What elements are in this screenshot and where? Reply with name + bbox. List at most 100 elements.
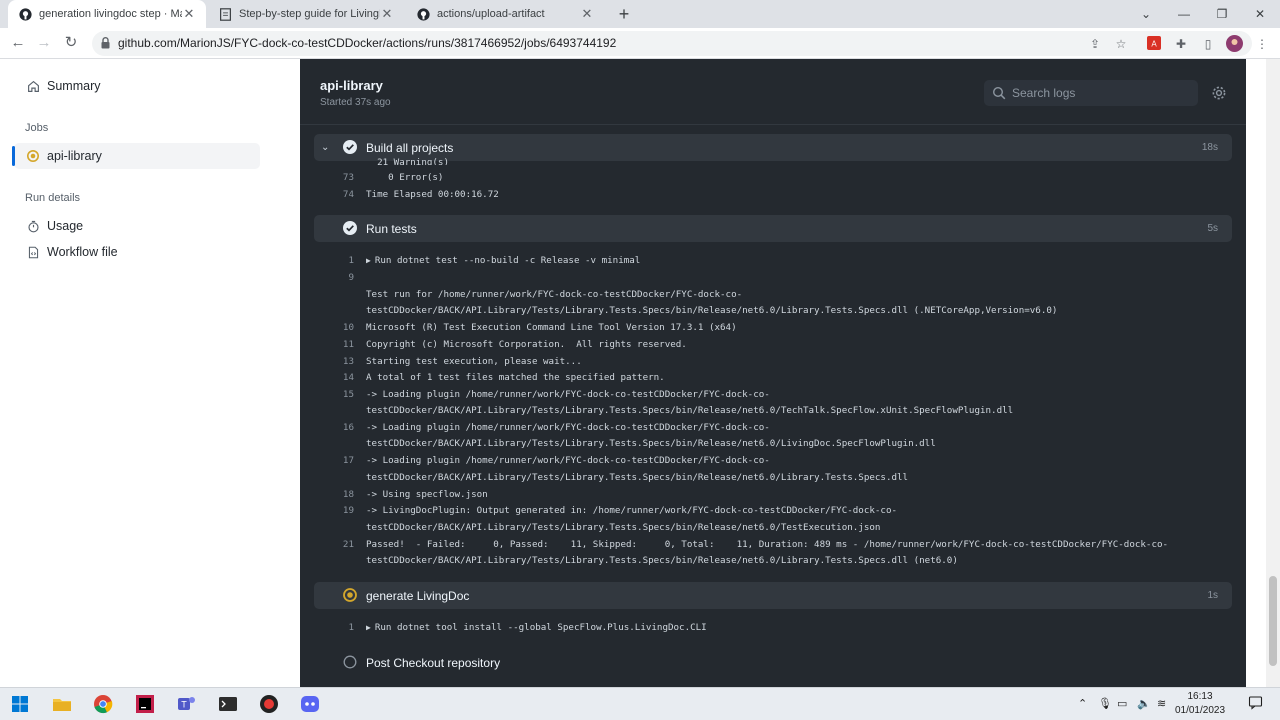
log-line: 9Test run for /home/runner/work/FYC-dock… <box>366 289 743 300</box>
system-clock[interactable]: 16:13 01/01/2023 <box>1174 690 1226 718</box>
reload-button[interactable]: ↻ <box>61 33 81 53</box>
sidebar-item-api-library[interactable]: api-library <box>12 143 260 169</box>
svg-text:T: T <box>181 700 187 710</box>
log-line: 15 -> Loading plugin /home/runner/work/FY… <box>342 389 770 400</box>
side-panel-icon[interactable]: ▯ <box>1200 36 1216 52</box>
sidebar-item-usage[interactable]: Usage <box>14 213 260 239</box>
close-tab-icon[interactable]: ✕ <box>182 6 196 22</box>
red-app-icon[interactable] <box>258 693 280 715</box>
file-explorer-icon[interactable] <box>51 693 73 715</box>
search-logs-input[interactable] <box>1012 84 1192 102</box>
browser-toolbar: ← → ↻ github.com/MarionJS/FYC-dock-co-te… <box>0 28 1280 59</box>
step-duration: 5s <box>1207 223 1218 234</box>
windows-start-icon[interactable] <box>9 693 31 715</box>
sidebar-item-label: api-library <box>47 149 102 163</box>
in-progress-icon <box>343 588 357 602</box>
log-line: 74 Time Elapsed 00:00:16.72 <box>342 189 499 200</box>
svg-text:A: A <box>1151 40 1157 49</box>
github-icon <box>18 7 32 21</box>
log-line-continuation: testCDDocker/BACK/API.Library/Tests/Libr… <box>366 438 936 449</box>
check-circle-icon <box>343 140 357 154</box>
sidebar-item-label: Summary <box>47 79 101 93</box>
step-run-tests[interactable]: Run tests 5s <box>314 215 1232 242</box>
log-line: 10 Microsoft (R) Test Execution Command L… <box>342 322 737 333</box>
close-tab-icon[interactable]: ✕ <box>580 6 594 22</box>
minimize-button[interactable]: — <box>1165 0 1203 28</box>
lock-icon[interactable] <box>101 37 110 49</box>
new-tab-button[interactable]: + <box>614 4 634 24</box>
forward-button[interactable]: → <box>34 33 54 53</box>
tab-search-icon[interactable]: ⌄ <box>1127 0 1165 28</box>
pending-circle-icon <box>343 655 357 669</box>
step-post-checkout[interactable]: Post Checkout repository <box>314 649 1232 676</box>
step-duration: 1s <box>1207 590 1218 601</box>
step-name: Build all projects <box>366 140 454 155</box>
step-duration: 18s <box>1201 142 1218 153</box>
job-log-header: api-library Started 37s ago <box>300 59 1246 125</box>
close-window-button[interactable]: ✕ <box>1241 0 1279 28</box>
address-bar[interactable]: github.com/MarionJS/FYC-dock-co-testCDDo… <box>92 31 1252 56</box>
teams-icon[interactable]: T <box>175 693 197 715</box>
tab-title: Step-by-step guide for LivingDoc <box>239 8 380 20</box>
log-line-continuation: testCDDocker/BACK/API.Library/Tests/Libr… <box>366 405 1014 416</box>
tab-upload-artifact[interactable]: actions/upload-artifact ✕ <box>406 0 604 28</box>
log-line: 73 0 Error(s) <box>342 172 444 183</box>
log-line: 21 Warning(s) <box>366 157 449 165</box>
search-icon <box>992 86 1006 100</box>
in-progress-icon <box>26 149 40 163</box>
speaker-icon[interactable]: 🔈 <box>1137 697 1151 710</box>
tab-title: generation livingdoc step · MarionJS <box>39 8 182 20</box>
microphone-icon[interactable]: 🎙 <box>1098 697 1112 710</box>
page-scrollbar-thumb[interactable] <box>1269 576 1277 666</box>
log-line: 16 -> Loading plugin /home/runner/work/FY… <box>342 422 770 433</box>
log-line: 19 -> LivingDocPlugin: Output generated i… <box>342 505 898 516</box>
gear-icon[interactable] <box>1211 85 1227 101</box>
close-tab-icon[interactable]: ✕ <box>380 6 394 22</box>
notifications-icon[interactable] <box>1248 695 1263 713</box>
jetbrains-rider-icon[interactable] <box>134 693 156 715</box>
log-line: 13 Starting test execution, please wait..… <box>342 356 582 367</box>
run-sidebar: Summary Jobs api-library Run details Usa… <box>0 59 300 687</box>
battery-icon[interactable]: ▭ <box>1117 697 1127 710</box>
run-details-heading: Run details <box>25 192 81 204</box>
log-line-continuation: testCDDocker/BACK/API.Library/Tests/Libr… <box>366 522 881 533</box>
step-name: Run tests <box>366 221 417 236</box>
sidebar-item-summary[interactable]: Summary <box>14 73 260 99</box>
wifi-icon[interactable]: ≋ <box>1157 697 1166 710</box>
step-generate-livingdoc[interactable]: generate LivingDoc 1s <box>314 582 1232 609</box>
step-name: generate LivingDoc <box>366 588 470 603</box>
log-line-collapsible[interactable]: 1 ▶ Run dotnet test --no-build -c Release … <box>328 253 1228 269</box>
pdf-extension-icon[interactable]: A <box>1146 36 1162 52</box>
terminal-icon[interactable] <box>217 693 239 715</box>
share-icon[interactable]: ⇪ <box>1087 36 1103 52</box>
chrome-icon[interactable] <box>92 693 114 715</box>
stopwatch-icon <box>26 219 40 233</box>
job-log-pane: api-library Started 37s ago ⌄ Build all … <box>300 59 1246 687</box>
check-circle-icon <box>343 221 357 235</box>
log-line-continuation: testCDDocker/BACK/API.Library/Tests/Libr… <box>366 305 1058 316</box>
home-icon <box>26 79 40 93</box>
profile-avatar[interactable] <box>1226 35 1243 52</box>
search-logs-box[interactable] <box>984 80 1198 106</box>
back-button[interactable]: ← <box>8 33 28 53</box>
bookmark-star-icon[interactable]: ☆ <box>1113 36 1129 52</box>
restore-button[interactable]: ❐ <box>1203 0 1241 28</box>
tab-generation-livingdoc[interactable]: generation livingdoc step · MarionJS ✕ <box>8 0 206 28</box>
github-icon <box>416 7 430 21</box>
triangle-right-icon: ▶ <box>366 256 371 265</box>
log-line-continuation: testCDDocker/BACK/API.Library/Tests/Libr… <box>366 472 909 483</box>
tab-step-by-step-guide[interactable]: Step-by-step guide for LivingDoc ✕ <box>208 0 404 28</box>
log-line-continuation: testCDDocker/BACK/API.Library/Tests/Libr… <box>366 555 958 566</box>
extensions-puzzle-icon[interactable]: ✚ <box>1173 36 1189 52</box>
sidebar-item-workflow-file[interactable]: Workflow file <box>14 239 260 265</box>
log-line: 18 -> Using specflow.json <box>342 489 488 500</box>
job-title: api-library <box>320 78 383 93</box>
log-line: 11 Copyright (c) Microsoft Corporation. A… <box>342 339 687 350</box>
url-text: github.com/MarionJS/FYC-dock-co-testCDDo… <box>118 36 617 50</box>
discord-icon[interactable] <box>299 693 321 715</box>
jobs-heading: Jobs <box>25 122 49 134</box>
chevron-up-icon[interactable]: ⌃ <box>1078 697 1087 710</box>
browser-menu-icon[interactable]: ⋮ <box>1254 36 1270 52</box>
log-line-collapsible[interactable]: 1 ▶ Run dotnet tool install --global SpecF… <box>328 620 1228 636</box>
triangle-right-icon: ▶ <box>366 623 371 632</box>
